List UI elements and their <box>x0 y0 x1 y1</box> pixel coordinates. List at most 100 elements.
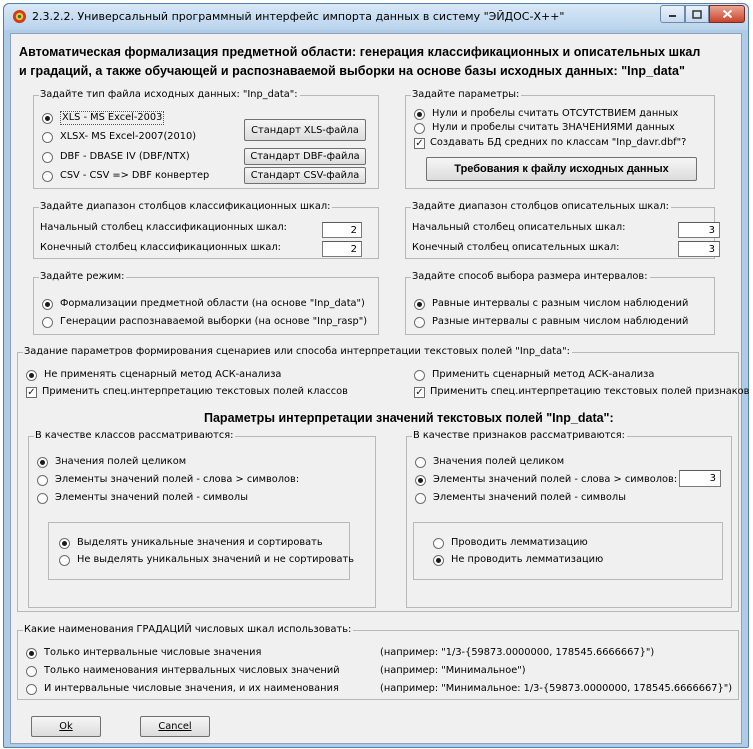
classes-group-label: В качестве классов рассматриваются: <box>34 430 236 442</box>
minimize-button[interactable] <box>660 5 685 23</box>
gradations-group: Какие наименования ГРАДАЦИЙ числовых шка… <box>17 624 739 700</box>
classes-whole-values-radio[interactable]: Значения полей целиком <box>37 456 186 468</box>
radio-icon <box>26 369 37 381</box>
features-group: В качестве признаков рассматриваются: Зн… <box>406 430 732 608</box>
heading-line-2: и градаций, а также обучающей и распозна… <box>19 64 685 78</box>
desc-range-group-label: Задайте диапазон столбцов описательных ш… <box>411 201 671 213</box>
sort-unique-radio[interactable]: Выделять уникальные значения и сортирова… <box>59 537 323 549</box>
class-start-input[interactable]: 2 <box>322 222 362 238</box>
radio-icon <box>26 683 37 695</box>
radio-icon <box>414 108 425 120</box>
apply-scenario-radio[interactable]: Применить сценарный метод АСК-анализа <box>414 369 654 381</box>
file-type-xls-radio[interactable]: XLS - MS Excel-2003 <box>42 111 165 125</box>
no-lemmatize-radio[interactable]: Не проводить лемматизацию <box>433 554 603 566</box>
features-words-radio[interactable]: Элементы значений полей - слова > символ… <box>415 474 677 486</box>
radio-icon <box>37 474 48 486</box>
standard-xls-button[interactable]: Стандарт XLS-файла <box>244 119 366 141</box>
file-type-dbf-radio[interactable]: DBF - DBASE IV (DBF/NTX) <box>42 151 190 163</box>
gradation-names-radio[interactable]: Только наименования интервальных числовы… <box>26 665 340 677</box>
window-title: 2.3.2.2. Универсальный программный интер… <box>32 10 565 23</box>
heading-line-1: Автоматическая формализация предметной о… <box>19 45 701 59</box>
class-end-input[interactable]: 2 <box>322 241 362 257</box>
no-sort-radio[interactable]: Не выделять уникальных значений и не сор… <box>59 554 354 566</box>
file-type-csv-radio[interactable]: CSV - CSV => DBF конвертер <box>42 170 209 182</box>
radio-icon <box>415 492 426 504</box>
title-bar[interactable]: 2.3.2.2. Универсальный программный интер… <box>4 4 748 30</box>
radio-icon <box>37 492 48 504</box>
maximize-button[interactable] <box>685 5 709 23</box>
scenario-group-label: Задание параметров формирования сценарие… <box>23 346 572 358</box>
classes-words-radio[interactable]: Элементы значений полей - слова > символ… <box>37 474 299 486</box>
different-intervals-radio[interactable]: Разные интервалы с равным числом наблюде… <box>414 316 688 328</box>
zeros-values-radio[interactable]: Нули и пробелы считать ЗНАЧЕНИЯМИ данных <box>414 122 675 134</box>
features-symbols-radio[interactable]: Элементы значений полей - символы <box>415 492 626 504</box>
radio-icon <box>414 316 425 328</box>
app-icon <box>12 9 27 24</box>
gradation-example-3: (например: "Минимальное: 1/3-{59873.0000… <box>380 683 733 694</box>
radio-icon <box>433 537 444 549</box>
gradations-group-label: Какие наименования ГРАДАЦИЙ числовых шка… <box>23 624 354 636</box>
standard-csv-button[interactable]: Стандарт CSV-файла <box>244 167 366 184</box>
classes-symbols-radio[interactable]: Элементы значений полей - символы <box>37 492 248 504</box>
radio-icon <box>26 665 37 677</box>
word-length-input[interactable]: 3 <box>679 470 721 487</box>
cancel-button[interactable]: Cancel <box>140 716 210 737</box>
radio-icon <box>42 112 53 124</box>
intervals-group-label: Задайте способ выбора размера интервалов… <box>411 271 650 283</box>
lemmatization-group: Проводить лемматизацию Не проводить лемм… <box>413 522 723 580</box>
radio-icon <box>42 151 53 163</box>
feature-text-interp-checkbox[interactable]: ✓ Применить спец.интерпретацию текстовых … <box>414 386 749 398</box>
gradation-example-2: (например: "Минимальное") <box>380 665 526 676</box>
radio-icon <box>26 647 37 659</box>
checkmark-icon: ✓ <box>414 137 425 149</box>
checkmark-icon: ✓ <box>26 386 37 398</box>
close-button[interactable] <box>709 5 745 23</box>
radio-icon <box>42 131 53 143</box>
radio-icon <box>59 537 70 549</box>
radio-icon <box>42 298 53 310</box>
scenario-group: Задание параметров формирования сценарие… <box>17 346 749 612</box>
desc-start-input[interactable]: 3 <box>678 222 720 238</box>
desc-start-label: Начальный столбец описательных шкал: <box>412 222 626 233</box>
classes-group: В качестве классов рассматриваются: Знач… <box>28 430 376 608</box>
mode-formalization-radio[interactable]: Формализации предметной области (на осно… <box>42 298 365 310</box>
standard-dbf-button[interactable]: Стандарт DBF-файла <box>244 148 366 165</box>
gradation-interval-values-radio[interactable]: Только интервальные числовые значения <box>26 647 261 659</box>
file-type-xlsx-radio[interactable]: XLSX- MS Excel-2007(2010) <box>42 131 196 143</box>
dialog-client: Автоматическая формализация предметной о… <box>10 33 749 744</box>
gradation-example-1: (например: "1/3-{59873.0000000, 178545.6… <box>380 647 655 658</box>
radio-icon <box>433 554 444 566</box>
params-group-label: Задайте параметры: <box>411 89 522 101</box>
radio-icon <box>414 122 425 134</box>
ok-button[interactable]: Ok <box>31 716 101 737</box>
zeros-absent-radio[interactable]: Нули и пробелы считать ОТСУТСТВИЕМ данны… <box>414 108 678 120</box>
radio-icon <box>59 554 70 566</box>
radio-icon <box>42 170 53 182</box>
features-group-label: В качестве признаков рассматриваются: <box>412 430 627 442</box>
intervals-group: Задайте способ выбора размера интервалов… <box>405 271 715 335</box>
minimize-icon <box>669 15 676 17</box>
lemmatize-radio[interactable]: Проводить лемматизацию <box>433 537 588 549</box>
features-whole-values-radio[interactable]: Значения полей целиком <box>415 456 564 468</box>
desc-end-input[interactable]: 3 <box>678 241 720 257</box>
desc-range-group: Задайте диапазон столбцов описательных ш… <box>405 201 720 259</box>
gradation-both-radio[interactable]: И интервальные числовые значения, и их н… <box>26 683 339 695</box>
mode-recognition-radio[interactable]: Генерации распознаваемой выборки (на осн… <box>42 316 367 328</box>
maximize-icon <box>692 9 702 19</box>
radio-icon <box>414 369 425 381</box>
radio-icon <box>414 298 425 310</box>
radio-icon <box>42 316 53 328</box>
no-scenario-radio[interactable]: Не применять сценарный метод АСК-анализа <box>26 369 281 381</box>
equal-intervals-radio[interactable]: Равные интервалы с разным числом наблюде… <box>414 298 688 310</box>
radio-icon <box>37 456 48 468</box>
dialog-window: 2.3.2.2. Универсальный программный интер… <box>3 3 749 748</box>
radio-icon <box>415 456 426 468</box>
averages-db-checkbox[interactable]: ✓ Создавать БД средних по классам "Inp_da… <box>414 137 686 149</box>
file-type-group: Задайте тип файла исходных данных: "Inp_… <box>33 89 379 189</box>
classes-sort-group: Выделять уникальные значения и сортирова… <box>48 522 354 580</box>
class-start-label: Начальный столбец классификационных шкал… <box>40 222 287 233</box>
mode-group: Задайте режим: Формализации предметной о… <box>33 271 379 335</box>
class-text-interp-checkbox[interactable]: ✓ Применить спец.интерпретацию текстовых … <box>26 386 348 398</box>
file-requirements-button[interactable]: Требования к файлу исходных данных <box>426 157 697 181</box>
class-range-group: Задайте диапазон столбцов классификацион… <box>33 201 379 259</box>
